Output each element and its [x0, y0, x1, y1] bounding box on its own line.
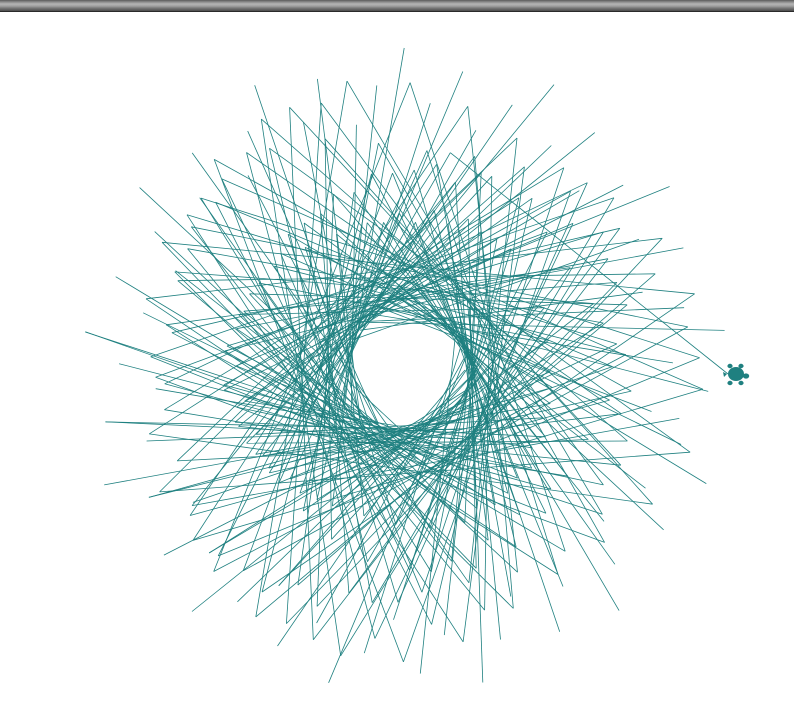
pen-stroke	[255, 176, 493, 435]
pen-stroke	[215, 201, 613, 367]
pen-stroke	[321, 104, 513, 383]
turtle-icon	[723, 363, 750, 386]
pen-stroke	[254, 85, 371, 427]
pen-stroke	[467, 106, 518, 573]
pen-stroke	[269, 148, 368, 562]
pen-trace	[85, 47, 729, 683]
spirograph-drawing	[85, 47, 750, 683]
turtle-window	[0, 0, 794, 704]
pen-stroke	[325, 71, 464, 399]
pen-stroke	[341, 85, 378, 416]
pen-stroke	[85, 331, 444, 459]
pen-stroke	[171, 227, 620, 334]
window-title-bar[interactable]	[0, 0, 794, 12]
pen-stroke	[421, 167, 565, 593]
turtle-drawing-canvas	[0, 12, 794, 704]
pen-stroke	[221, 178, 410, 571]
